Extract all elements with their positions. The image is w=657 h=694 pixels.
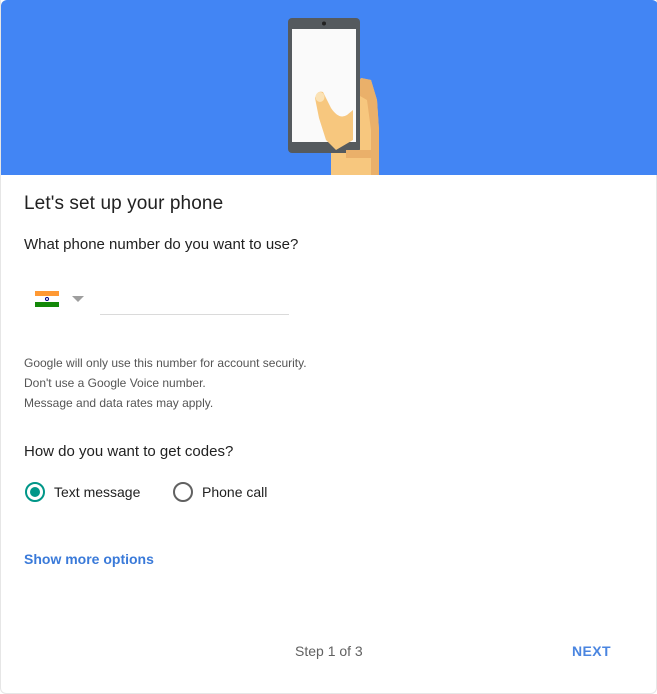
phone-call-label: Phone call [202, 484, 268, 500]
step-indicator: Step 1 of 3 [295, 643, 363, 659]
phone-call-option[interactable]: Phone call [173, 482, 267, 502]
info-line: Google will only use this number for acc… [24, 356, 307, 370]
text-message-label: Text message [54, 484, 141, 500]
phone-setup-card: Let's set up your phone What phone numbe… [0, 0, 657, 694]
dropdown-caret-icon [72, 296, 84, 302]
country-code-dropdown[interactable] [35, 291, 87, 309]
page-title: Let's set up your phone [24, 193, 224, 214]
hero-banner [1, 0, 657, 175]
phone-number-input[interactable] [100, 290, 289, 315]
hand-holding-phone-illustration [288, 18, 379, 175]
india-flag-icon [35, 291, 59, 307]
next-button[interactable]: NEXT [572, 643, 611, 659]
text-message-radio[interactable] [25, 482, 45, 502]
info-line: Message and data rates may apply. [24, 396, 214, 410]
phone-call-radio[interactable] [173, 482, 193, 502]
info-line: Don't use a Google Voice number. [24, 376, 206, 390]
show-more-options-link[interactable]: Show more options [24, 551, 154, 567]
code-delivery-question: How do you want to get codes? [24, 443, 234, 460]
phone-number-question: What phone number do you want to use? [24, 236, 299, 253]
text-message-option[interactable]: Text message [25, 482, 140, 502]
security-info-text: Google will only use this number for acc… [24, 353, 307, 413]
